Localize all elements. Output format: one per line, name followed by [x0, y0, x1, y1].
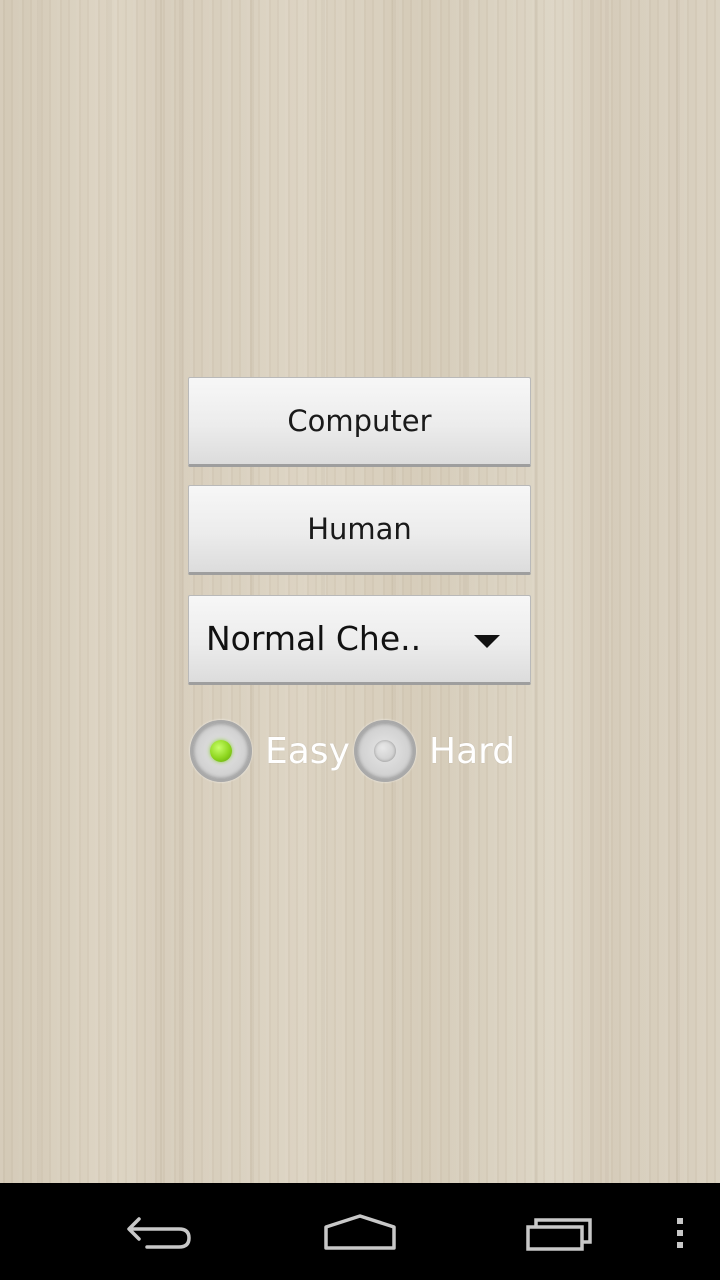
radio-button-icon — [190, 720, 252, 782]
nav-home-button[interactable] — [310, 1203, 410, 1263]
variant-spinner-value: Normal Che.. — [206, 619, 422, 658]
plank-seam — [160, 0, 162, 1183]
system-navigation-bar — [0, 1183, 720, 1280]
difficulty-radio-easy[interactable]: Easy — [190, 717, 350, 785]
radio-easy-label: Easy — [265, 730, 350, 772]
variant-spinner[interactable]: Normal Che.. — [188, 595, 531, 685]
human-button[interactable]: Human — [188, 485, 531, 575]
home-icon — [324, 1214, 396, 1250]
radio-button-icon — [354, 720, 416, 782]
human-button-label: Human — [307, 512, 412, 546]
computer-button-label: Computer — [287, 404, 432, 438]
plank-seam — [590, 0, 592, 1183]
radio-unselected-dot — [374, 740, 396, 762]
radio-hard-label: Hard — [429, 730, 516, 772]
nav-overflow-menu-button[interactable] — [660, 1203, 700, 1263]
nav-back-button[interactable] — [110, 1203, 210, 1263]
dropdown-arrow-icon — [474, 635, 500, 648]
radio-selected-dot — [210, 740, 232, 762]
wood-background — [0, 0, 720, 1183]
computer-button[interactable]: Computer — [188, 377, 531, 467]
overflow-menu-icon — [677, 1218, 683, 1248]
difficulty-radio-hard[interactable]: Hard — [354, 717, 515, 785]
back-icon — [127, 1217, 191, 1249]
nav-recents-button[interactable] — [510, 1203, 610, 1263]
recents-icon — [526, 1218, 592, 1251]
